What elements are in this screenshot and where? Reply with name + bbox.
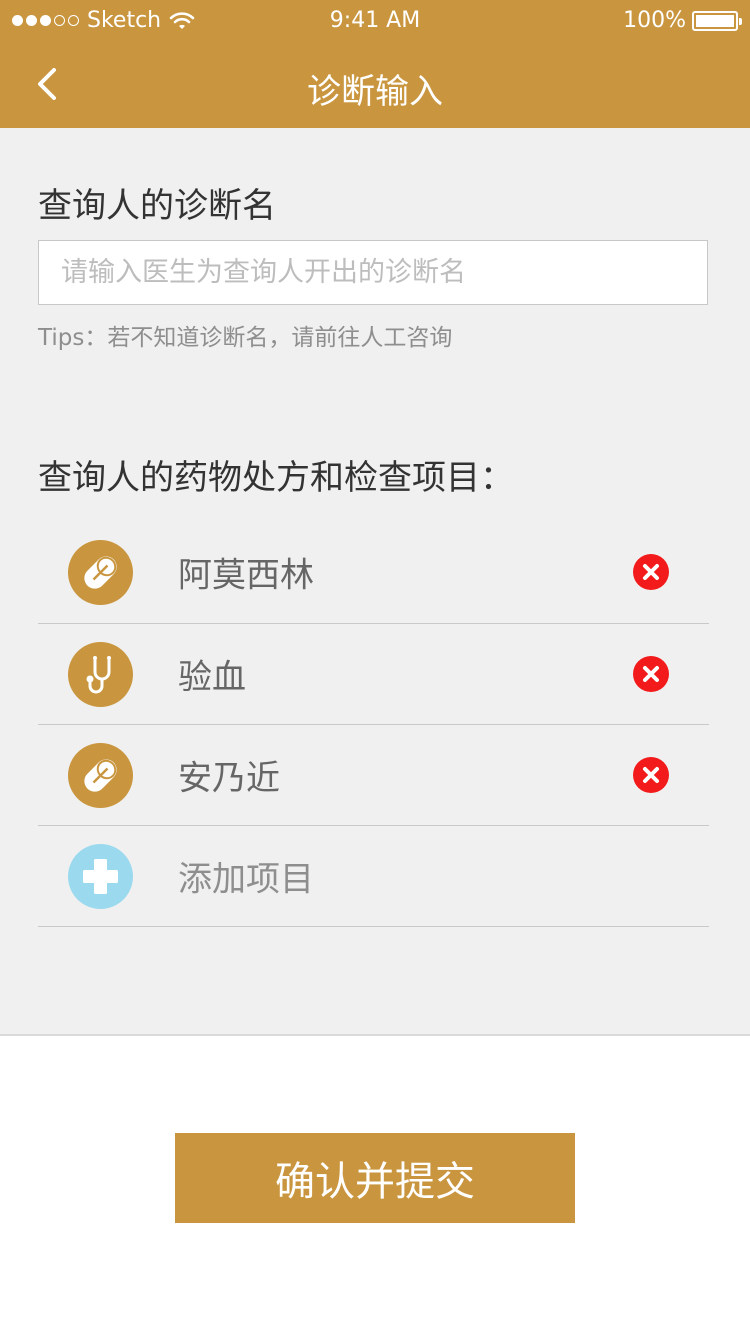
form-content: 查询人的诊断名 Tips：若不知道诊断名，请前往人工咨询 查询人的药物处方和检查… bbox=[0, 128, 750, 1036]
close-icon bbox=[643, 666, 659, 682]
list-item[interactable]: 阿莫西林 bbox=[38, 521, 709, 624]
battery-percent: 100% bbox=[623, 8, 686, 33]
submit-button[interactable]: 确认并提交 bbox=[175, 1133, 575, 1223]
battery-icon bbox=[692, 10, 742, 31]
prescription-label: 查询人的药物处方和检查项目： bbox=[38, 458, 514, 498]
diagnosis-tips: Tips：若不知道诊断名，请前往人工咨询 bbox=[38, 325, 453, 351]
pill-icon bbox=[68, 743, 133, 808]
close-icon bbox=[643, 767, 659, 783]
add-item-label: 添加项目 bbox=[178, 859, 314, 900]
delete-item-button[interactable] bbox=[633, 656, 669, 692]
pill-icon bbox=[68, 540, 133, 605]
page-title: 诊断输入 bbox=[307, 72, 443, 112]
diagnosis-label: 查询人的诊断名 bbox=[38, 186, 276, 226]
stethoscope-icon bbox=[68, 642, 133, 707]
add-item-button[interactable]: 添加项目 bbox=[38, 826, 709, 927]
app-header: Sketch 9:41 AM 100% 诊断输入 bbox=[0, 0, 750, 128]
status-bar: Sketch 9:41 AM 100% bbox=[0, 0, 750, 40]
item-name: 验血 bbox=[178, 657, 246, 698]
diagnosis-input[interactable] bbox=[38, 240, 708, 305]
list-item[interactable]: 安乃近 bbox=[38, 725, 709, 826]
delete-item-button[interactable] bbox=[633, 554, 669, 590]
plus-icon bbox=[68, 844, 133, 909]
list-item[interactable]: 验血 bbox=[38, 624, 709, 725]
close-icon bbox=[643, 564, 659, 580]
delete-item-button[interactable] bbox=[633, 757, 669, 793]
prescription-list: 阿莫西林 验血 安乃近 添加项目 bbox=[38, 521, 709, 927]
item-name: 阿莫西林 bbox=[178, 555, 314, 596]
status-right: 100% bbox=[623, 8, 742, 33]
item-name: 安乃近 bbox=[178, 758, 280, 799]
